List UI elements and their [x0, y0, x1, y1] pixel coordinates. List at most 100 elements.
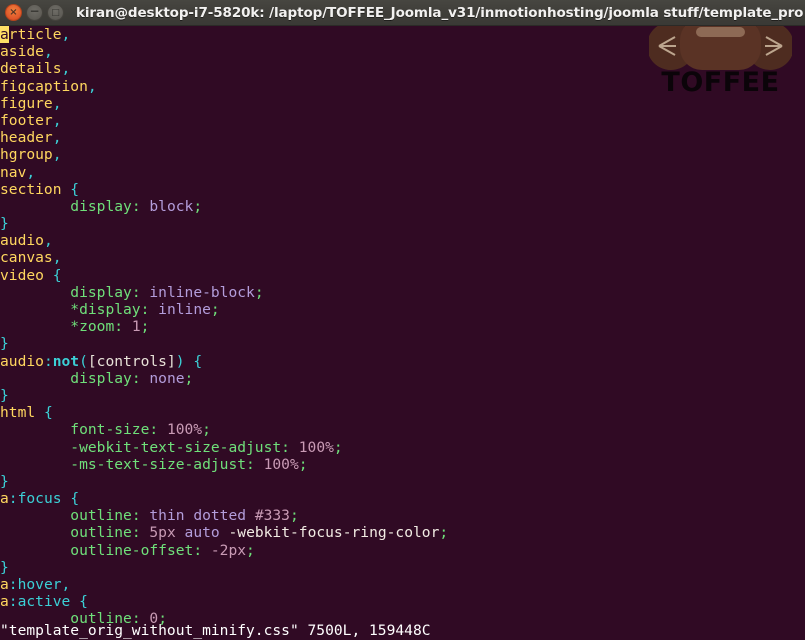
code-token: outline — [70, 524, 132, 542]
code-line: *zoom: 1; — [0, 318, 805, 335]
code-token: block — [149, 197, 194, 215]
code-token: : — [131, 507, 150, 525]
vim-status-line: "template_orig_without_minify.css" 7500L… — [0, 622, 431, 639]
terminal-window[interactable]: TOFFEE article, aside, details, figcaption,… — [0, 26, 805, 640]
maximize-window-button[interactable]: □ — [47, 4, 64, 21]
code-line: } — [0, 387, 805, 404]
code-token: *display — [70, 301, 141, 318]
code-token: { — [52, 266, 62, 284]
code-token: 5px — [149, 524, 176, 542]
code-token: : — [131, 524, 150, 542]
code-line: display: block; — [0, 198, 805, 215]
code-token: -2px — [210, 541, 247, 559]
code-token: , — [52, 249, 62, 267]
code-line: aside, — [0, 43, 805, 60]
code-token: :active — [8, 593, 71, 611]
code-token: , — [52, 146, 62, 164]
code-token: { — [43, 404, 53, 422]
code-line: figcaption, — [0, 78, 805, 95]
code-token: } — [0, 215, 9, 233]
maximize-icon: □ — [51, 8, 60, 18]
code-token: audio — [0, 232, 44, 250]
code-token: footer — [0, 111, 53, 129]
code-token: ; — [193, 197, 203, 215]
code-line: *display: inline; — [0, 301, 805, 318]
code-line: font-size: 100%; — [0, 421, 805, 438]
code-token: a — [0, 490, 9, 508]
code-token: #333 — [254, 507, 290, 525]
code-token: : — [140, 301, 159, 318]
code-token: outline — [70, 507, 132, 525]
text-cursor: a — [0, 26, 9, 43]
close-window-button[interactable]: × — [5, 4, 22, 21]
code-line: } — [0, 473, 805, 490]
code-token: -webkit-focus-ring-color — [228, 524, 440, 542]
code-token: : — [246, 455, 264, 473]
code-token: hgroup — [0, 146, 53, 164]
code-token: ; — [140, 318, 150, 336]
code-line: figure, — [0, 95, 805, 112]
code-token: section — [0, 180, 71, 198]
window-title: kiran@desktop-i7-5820k: /laptop/TOFFEE_J… — [76, 4, 804, 21]
code-token: not — [52, 352, 80, 370]
code-token: } — [0, 335, 9, 353]
code-token: html — [0, 404, 44, 422]
vim-buffer-text[interactable]: article, aside, details, figcaption, figure,… — [0, 26, 805, 628]
code-line: outline: thin dotted #333; — [0, 507, 805, 524]
code-line: } — [0, 215, 805, 232]
code-token: : — [149, 421, 167, 439]
code-token: 100% — [166, 421, 203, 439]
code-token: { — [193, 352, 203, 370]
code-line: audio, — [0, 232, 805, 249]
minimize-icon: − — [29, 4, 40, 18]
code-token: display — [70, 369, 132, 387]
code-token: ( — [79, 352, 88, 370]
code-token: display — [70, 197, 132, 215]
code-line: -ms-text-size-adjust: 100%; — [0, 456, 805, 473]
code-line: video { — [0, 267, 805, 284]
code-token: ; — [210, 301, 220, 318]
code-token: , — [52, 111, 62, 129]
code-token: , — [52, 94, 62, 112]
code-token: , — [52, 129, 62, 147]
code-token: nav — [0, 163, 27, 181]
window-title-bar[interactable]: × − □ kiran@desktop-i7-5820k: /laptop/TO… — [0, 0, 805, 26]
code-token: :hover — [8, 576, 62, 593]
code-token: { — [79, 593, 88, 611]
code-token: } — [0, 472, 9, 490]
window-controls: × − □ — [0, 4, 64, 21]
code-line: a:active { — [0, 593, 805, 610]
code-token: aside — [0, 43, 44, 61]
code-token: -webkit-text-size-adjust — [70, 438, 282, 456]
code-line: } — [0, 335, 805, 352]
code-token: 1 — [131, 318, 141, 336]
code-token: 100% — [263, 455, 299, 473]
code-line: } — [0, 559, 805, 576]
code-token: ; — [254, 283, 264, 301]
code-token: : — [193, 541, 211, 559]
code-line: -webkit-text-size-adjust: 100%; — [0, 439, 805, 456]
code-token: figure — [0, 94, 53, 112]
code-token: inline — [158, 301, 211, 318]
code-line: details, — [0, 60, 805, 77]
code-token: , — [26, 163, 36, 181]
code-line: article, — [0, 26, 805, 43]
code-line: canvas, — [0, 249, 805, 266]
code-line: header, — [0, 129, 805, 146]
code-token: details — [0, 60, 62, 78]
minimize-window-button[interactable]: − — [26, 4, 43, 21]
code-token: } — [0, 386, 9, 404]
code-line: a:hover, — [0, 576, 805, 593]
code-token: : — [43, 352, 53, 370]
code-line: footer, — [0, 112, 805, 129]
